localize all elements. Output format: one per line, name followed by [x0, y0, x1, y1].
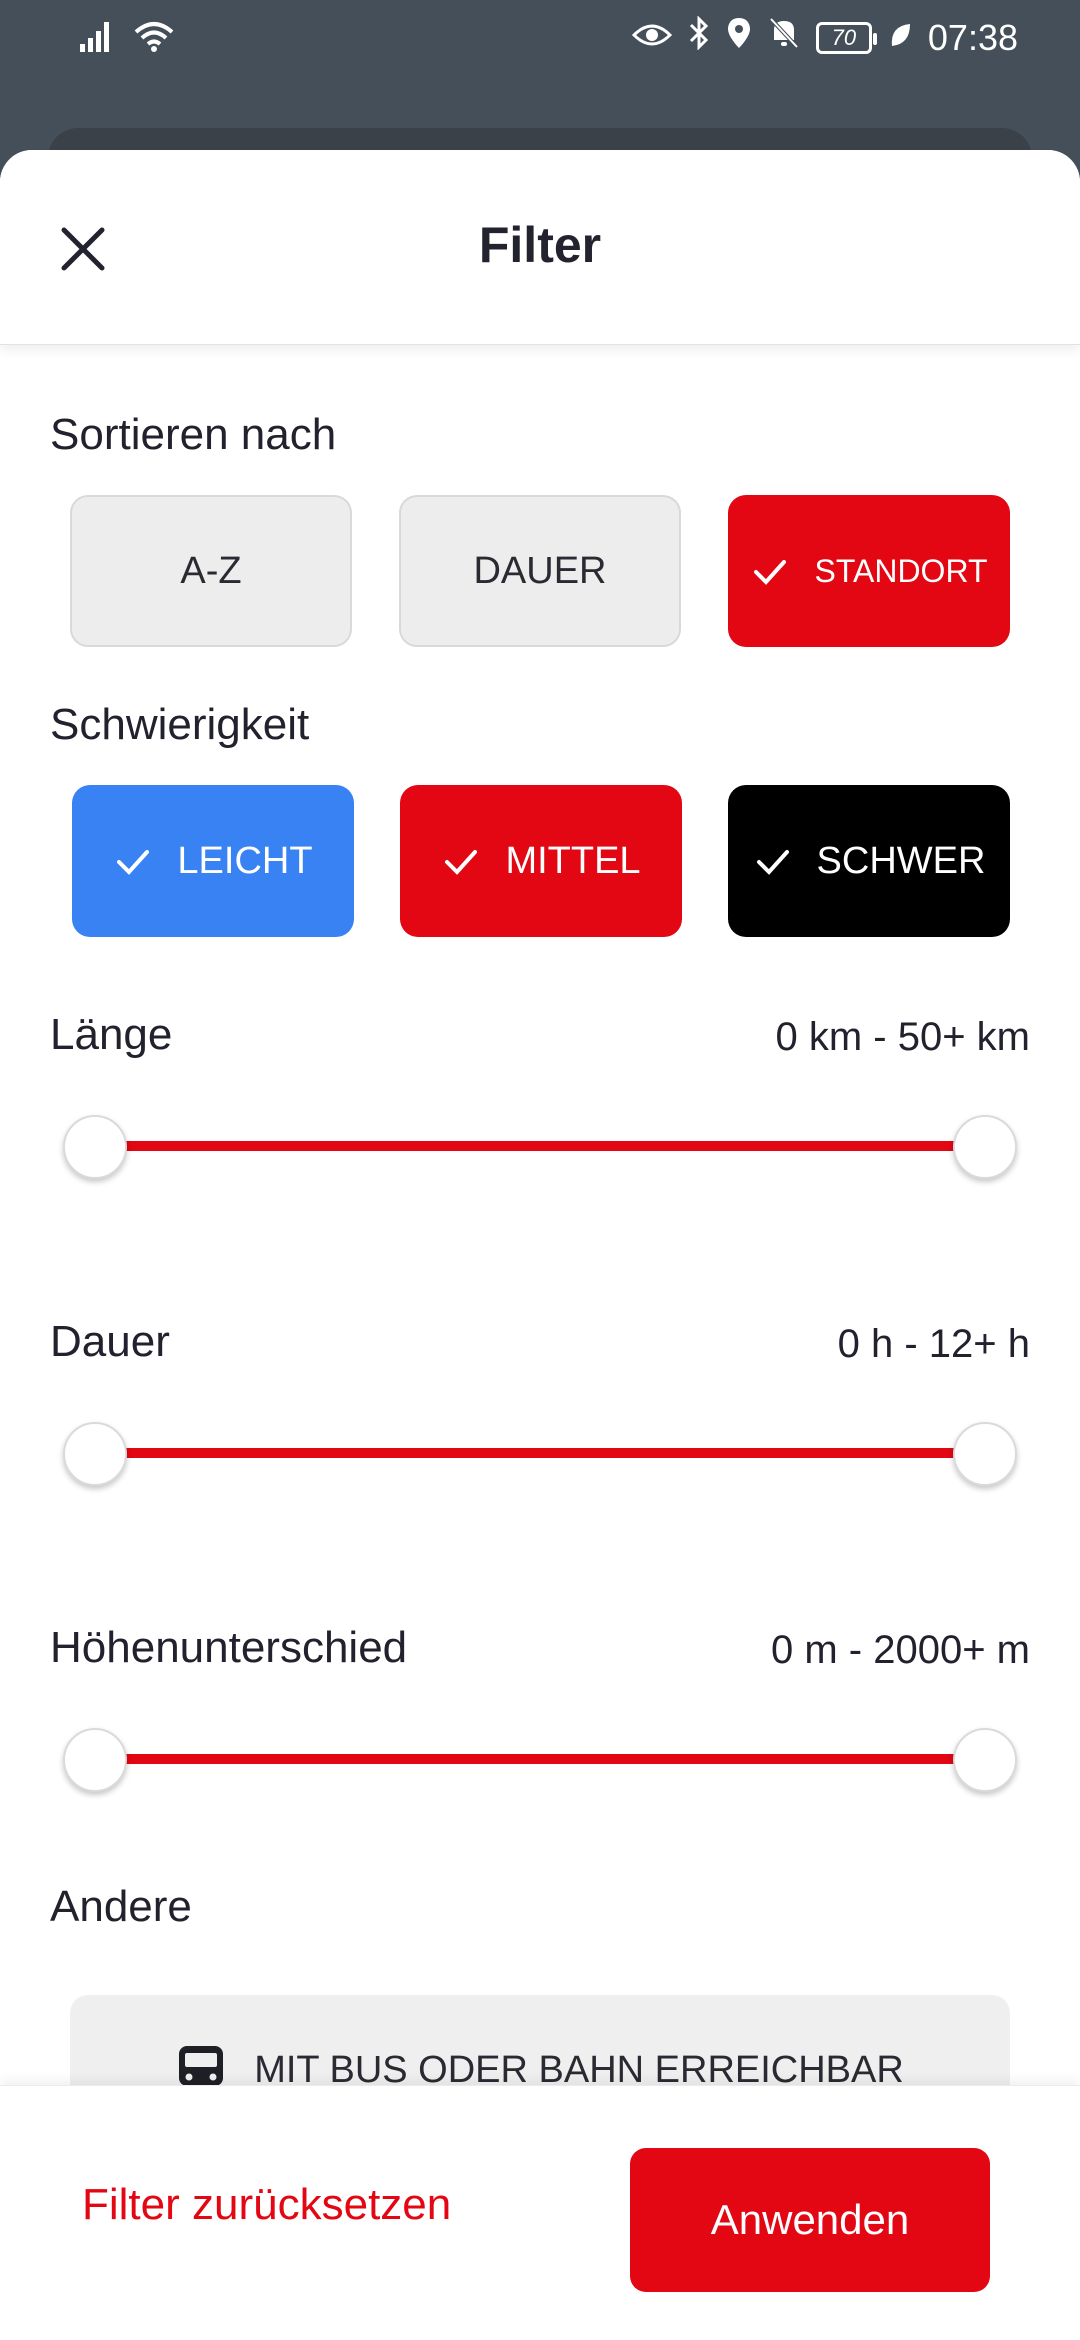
check-icon [445, 850, 478, 875]
duration-range: 0 h - 12+ h [837, 1322, 1030, 1366]
difficulty-option-label: SCHWER [816, 839, 986, 882]
location-icon [726, 16, 752, 59]
wifi-icon [132, 18, 176, 63]
page-title: Filter [478, 217, 602, 273]
difficulty-option-label: MITTEL [505, 839, 641, 882]
sort-option-location[interactable]: STANDORT [728, 495, 1010, 647]
slider-track [95, 1141, 985, 1151]
other-label: Andere [50, 1882, 192, 1931]
battery-icon: 70 [815, 21, 877, 54]
slider-min-handle[interactable] [63, 1422, 127, 1486]
difficulty-hard[interactable]: SCHWER [728, 785, 1010, 937]
status-right: 70 07:38 [631, 15, 1018, 59]
sort-option-label: DAUER [473, 549, 607, 592]
difficulty-option-label: LEICHT [177, 839, 313, 882]
status-bar: 70 07:38 [0, 0, 1080, 80]
sheet-footer: Filter zurücksetzen Anwenden [0, 2085, 1080, 2340]
sheet-header: Filter [0, 150, 1080, 345]
slider-max-handle[interactable] [953, 1422, 1017, 1486]
leaf-icon [888, 17, 912, 59]
slider-track [95, 1754, 985, 1764]
duration-label: Dauer [50, 1317, 170, 1366]
sort-option-az[interactable]: A-Z [70, 495, 352, 647]
bluetooth-icon [688, 15, 710, 59]
slider-max-handle[interactable] [953, 1115, 1017, 1179]
slider-min-handle[interactable] [63, 1728, 127, 1792]
sort-option-label: STANDORT [814, 552, 988, 589]
difficulty-easy[interactable]: LEICHT [72, 785, 354, 937]
length-range: 0 km - 50+ km [775, 1015, 1030, 1059]
elevation-label: Höhenunterschied [50, 1623, 408, 1672]
filter-sheet: Filter Sortieren nach A-Z DAUER STANDORT… [0, 150, 1080, 2340]
filter-content: Sortieren nach A-Z DAUER STANDORT Schwie… [0, 345, 1080, 2235]
elevation-slider[interactable] [63, 1728, 1017, 1792]
sort-option-label: A-Z [180, 549, 242, 592]
check-icon [756, 850, 789, 875]
signal-icon [78, 18, 118, 63]
apply-button[interactable]: Anwenden [630, 2148, 990, 2292]
reset-filter-button[interactable]: Filter zurücksetzen [82, 2180, 451, 2230]
mute-icon [768, 16, 800, 59]
status-left [78, 18, 176, 63]
sort-label: Sortieren nach [50, 410, 337, 459]
difficulty-medium[interactable]: MITTEL [400, 785, 682, 937]
duration-slider[interactable] [63, 1422, 1017, 1486]
eye-icon [631, 17, 673, 59]
slider-track [95, 1448, 985, 1458]
difficulty-label: Schwierigkeit [50, 700, 310, 749]
length-label: Länge [50, 1010, 173, 1059]
elevation-range: 0 m - 2000+ m [770, 1628, 1030, 1672]
clock: 07:38 [927, 16, 1018, 58]
slider-min-handle[interactable] [63, 1115, 127, 1179]
check-icon [117, 850, 150, 875]
sort-option-duration[interactable]: DAUER [399, 495, 681, 647]
slider-max-handle[interactable] [953, 1728, 1017, 1792]
check-icon [754, 560, 787, 585]
length-slider[interactable] [63, 1115, 1017, 1179]
